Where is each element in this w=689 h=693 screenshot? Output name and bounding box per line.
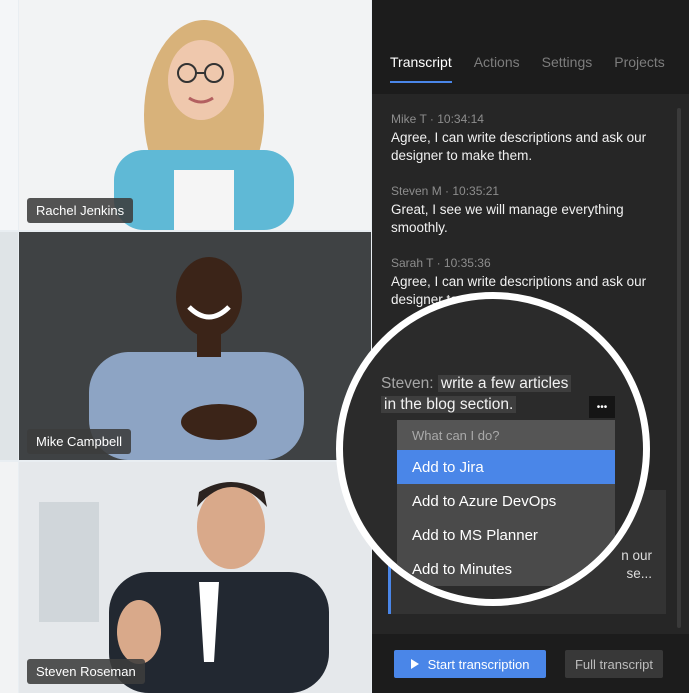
play-icon — [410, 659, 419, 669]
tab-settings[interactable]: Settings — [542, 54, 593, 83]
card-text-line: se... — [626, 566, 652, 581]
transcript-message: Mike T · 10:34:14 Agree, I can write des… — [391, 112, 661, 165]
more-icon[interactable]: ••• — [589, 396, 615, 418]
magnifier-overlay: Steven: write a few articles in the blog… — [336, 292, 650, 606]
menu-header: What can I do? — [397, 420, 615, 450]
video-tile-steven[interactable]: Steven Roseman — [19, 462, 371, 693]
card-text-line: n our — [621, 548, 652, 563]
video-strip-1 — [0, 0, 18, 230]
message-meta: Mike T · 10:34:14 — [391, 112, 484, 126]
transcript-message: Steven M · 10:35:21 Great, I see we will… — [391, 184, 661, 237]
tab-projects[interactable]: Projects — [614, 54, 665, 83]
footer-bar: Start transcription Full transcript — [372, 634, 689, 693]
menu-item-add-to-azure-devops[interactable]: Add to Azure DevOps — [397, 484, 615, 518]
participant-photo-rachel — [19, 0, 371, 230]
video-tile-rachel[interactable]: Rachel Jenkins — [19, 0, 371, 230]
selected-text[interactable]: write a few articles — [437, 375, 572, 392]
participant-name-tag: Steven Roseman — [27, 659, 145, 684]
start-transcription-label: Start transcription — [427, 656, 530, 672]
video-grid: Rachel Jenkins Mike Campbell Steven Rose… — [0, 0, 372, 693]
video-tile-mike[interactable]: Mike Campbell — [19, 232, 371, 460]
message-text: Agree, I can write descriptions and ask … — [391, 130, 647, 163]
tab-actions[interactable]: Actions — [474, 54, 520, 83]
video-strip-2 — [0, 232, 18, 460]
menu-item-add-to-jira[interactable]: Add to Jira — [397, 450, 615, 484]
participant-photo-mike — [19, 232, 371, 460]
tab-transcript[interactable]: Transcript — [390, 54, 452, 83]
message-meta: Steven M · 10:35:21 — [391, 184, 500, 198]
video-strip-3 — [0, 462, 18, 693]
tab-bar: Transcript Actions Settings Projects — [390, 54, 665, 83]
participant-name-tag: Mike Campbell — [27, 429, 131, 454]
menu-item-add-to-ms-planner[interactable]: Add to MS Planner — [397, 518, 615, 552]
message-meta: Sarah T · 10:35:36 — [391, 256, 491, 270]
message-text: Great, I see we will manage everything s… — [391, 202, 624, 235]
action-menu: What can I do? Add to Jira Add to Azure … — [397, 420, 615, 586]
speaker-label: Steven: — [381, 375, 434, 392]
scrollbar[interactable] — [677, 108, 681, 628]
full-transcript-button[interactable]: Full transcript — [565, 650, 663, 678]
selected-text[interactable]: in the blog section. — [381, 396, 517, 413]
start-transcription-button[interactable]: Start transcription — [394, 650, 546, 678]
menu-item-add-to-minutes[interactable]: Add to Minutes — [397, 552, 615, 586]
participant-name-tag: Rachel Jenkins — [27, 198, 134, 223]
